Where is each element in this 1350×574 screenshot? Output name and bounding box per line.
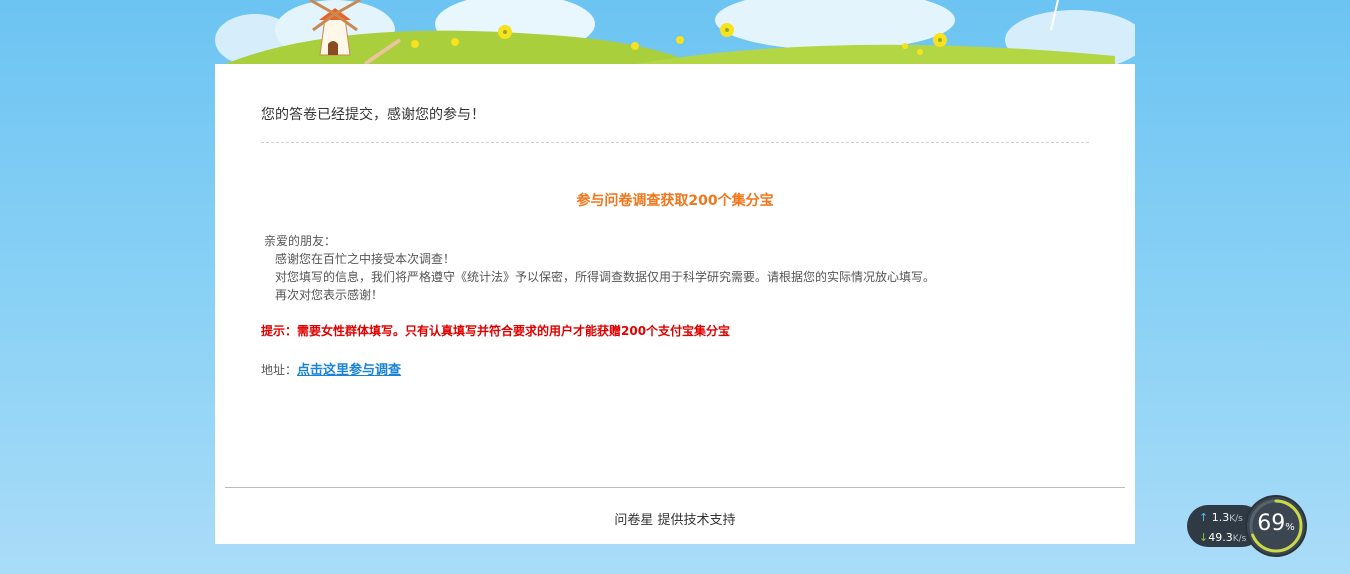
download-unit: K/s bbox=[1232, 534, 1247, 544]
upload-unit: K/s bbox=[1229, 514, 1243, 524]
memory-usage-meter[interactable]: 69% bbox=[1247, 497, 1305, 555]
dashed-divider bbox=[261, 142, 1089, 143]
upload-arrow-icon: ↑ bbox=[1199, 511, 1209, 524]
download-value: 49.3 bbox=[1208, 531, 1233, 544]
submit-success-message: 您的答卷已经提交，感谢您的参与！ bbox=[261, 107, 485, 123]
survey-link[interactable]: 点击这里参与调查 bbox=[297, 363, 401, 378]
letter-line: 对您填写的信息，我们将严格遵守《统计法》予以保密，所得调查数据仅用于科学研究需要… bbox=[275, 270, 936, 284]
tip-notice: 提示：需要女性群体填写。只有认真填写并符合要求的用户才能获赠200个支付宝集分宝 bbox=[261, 324, 731, 338]
usage-value: 69 bbox=[1257, 511, 1286, 536]
usage-unit: % bbox=[1285, 522, 1295, 533]
landscape-illustration bbox=[215, 0, 1135, 64]
upload-value: 1.3 bbox=[1211, 511, 1230, 524]
upload-speed: ↑ 1.3K/s bbox=[1199, 511, 1243, 524]
letter-line: 感谢您在百忙之中接受本次调查！ bbox=[275, 252, 456, 266]
footer-divider bbox=[225, 487, 1125, 488]
header-banner bbox=[215, 0, 1135, 64]
usage-readout: 69% bbox=[1247, 511, 1305, 536]
download-arrow-icon: ↓ bbox=[1199, 531, 1209, 544]
promo-title: 参与问卷调查获取200个集分宝 bbox=[576, 193, 774, 209]
address-label: 地址： bbox=[261, 363, 298, 377]
address-row: 地址：点击这里参与调查 bbox=[261, 359, 401, 378]
survey-letter: 亲爱的朋友： 感谢您在百忙之中接受本次调查！ 对您填写的信息，我们将严格遵守《统… bbox=[261, 232, 935, 304]
download-speed: ↓49.3K/s bbox=[1199, 531, 1246, 544]
footer-credit[interactable]: 问卷星 提供技术支持 bbox=[215, 509, 1135, 528]
result-card: 您的答卷已经提交，感谢您的参与！ 参与问卷调查获取200个集分宝 亲爱的朋友： … bbox=[215, 64, 1135, 544]
letter-line: 再次对您表示感谢！ bbox=[275, 288, 384, 302]
letter-greeting: 亲爱的朋友： bbox=[264, 234, 337, 248]
